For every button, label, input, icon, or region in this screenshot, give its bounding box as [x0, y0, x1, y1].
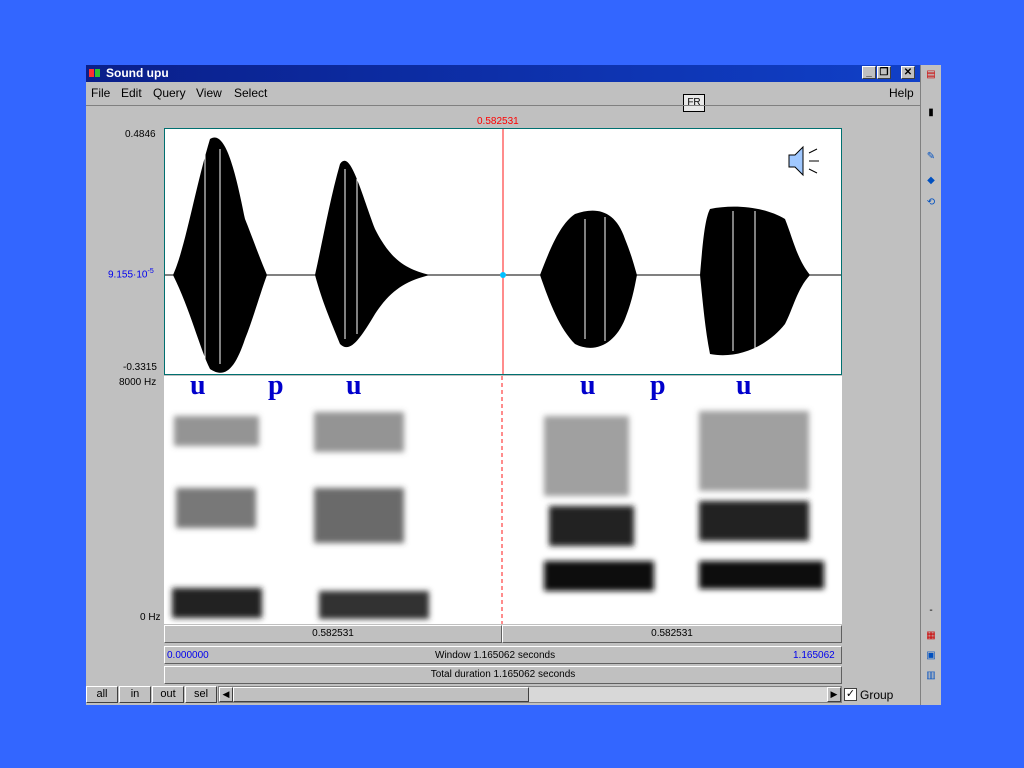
spectrogram-panel[interactable]: u p u u p u — [164, 370, 842, 624]
menu-help[interactable]: Help — [889, 86, 914, 100]
waveform-bursts — [173, 137, 810, 373]
scroll-left-arrow-icon[interactable]: ◀ — [219, 687, 233, 702]
toolbar-list-icon[interactable]: ▥ — [925, 670, 937, 682]
window-end-label: 1.165062 — [793, 650, 835, 661]
menu-file[interactable]: File — [91, 86, 110, 100]
menu-bar: File Edit Query View Select Help — [86, 83, 920, 103]
restore-button[interactable]: ❐ — [877, 66, 891, 79]
in-button[interactable]: in — [119, 686, 151, 703]
toolbar-ruler-icon[interactable]: ▮ — [925, 107, 937, 119]
side-toolbar: ▤ ▮ ✎ ◆ ⟲ - ▦ ▣ ▥ — [920, 65, 941, 705]
wave-mid-label: 9.155·10-5 — [108, 268, 154, 281]
menu-edit[interactable]: Edit — [121, 86, 142, 100]
window-duration-label: Window 1.165062 seconds — [435, 650, 556, 661]
scroll-right-arrow-icon[interactable]: ▶ — [827, 687, 841, 702]
waveform-striations — [204, 149, 756, 364]
spec-fmin-label: 0 Hz — [140, 612, 161, 623]
spectrogram-svg — [172, 376, 824, 624]
window-title: Sound upu — [106, 66, 169, 80]
sel-button[interactable]: sel — [185, 686, 217, 703]
horizontal-scrollbar[interactable]: ◀ ▶ — [218, 686, 842, 703]
phoneme-p-2: p — [650, 370, 666, 401]
play-speaker-icon[interactable] — [785, 143, 823, 179]
toolbar-edit-icon[interactable]: ✎ — [925, 151, 937, 163]
total-duration-bar[interactable]: Total duration 1.165062 seconds — [164, 666, 842, 684]
phoneme-u-4: u — [736, 370, 752, 401]
minimize-button[interactable]: _ — [862, 66, 876, 79]
fr-cursor-icon: FR — [683, 94, 705, 112]
wave-min-label: -0.3315 — [123, 362, 157, 373]
menu-select[interactable]: Select — [234, 86, 267, 100]
wave-max-label: 0.4846 — [125, 129, 156, 140]
toolbar-top-icon[interactable]: ▤ — [925, 69, 937, 81]
waveform-svg — [165, 129, 841, 374]
group-label: Group — [860, 688, 894, 702]
cursor-time-label: 0.582531 — [477, 116, 519, 127]
close-button[interactable]: ✕ — [901, 66, 915, 79]
phoneme-p-1: p — [268, 370, 284, 401]
menu-query[interactable]: Query — [153, 86, 186, 100]
praat-app-icon — [89, 69, 100, 77]
toolbar-grid-icon[interactable]: ▦ — [925, 630, 937, 642]
spectrogram-formants — [172, 411, 824, 619]
toolbar-link-icon[interactable]: ⟲ — [925, 197, 937, 209]
waveform-panel[interactable] — [164, 128, 842, 375]
toolbar-sep-icon: - — [929, 605, 933, 616]
group-checkbox[interactable]: ✓ — [844, 688, 857, 701]
scroll-thumb[interactable] — [233, 687, 529, 702]
window-start-label: 0.000000 — [167, 650, 209, 661]
all-button[interactable]: all — [86, 686, 118, 703]
wave-cursor-dot — [500, 272, 506, 278]
phoneme-u-1: u — [190, 370, 206, 401]
menu-divider — [86, 105, 920, 106]
phoneme-u-3: u — [580, 370, 596, 401]
selection-left-bar[interactable]: 0.582531 — [164, 625, 502, 643]
title-bar[interactable]: Sound upu _ ❐ ✕ — [86, 65, 920, 82]
phoneme-u-2: u — [346, 370, 362, 401]
toolbar-box-icon[interactable]: ▣ — [925, 650, 937, 662]
window-info-bar[interactable]: 0.000000 Window 1.165062 seconds 1.16506… — [164, 646, 842, 664]
selection-right-bar[interactable]: 0.582531 — [502, 625, 842, 643]
spec-fmax-label: 8000 Hz — [119, 377, 157, 388]
menu-view[interactable]: View — [196, 86, 222, 100]
out-button[interactable]: out — [152, 686, 184, 703]
toolbar-drop-icon[interactable]: ◆ — [925, 175, 937, 187]
